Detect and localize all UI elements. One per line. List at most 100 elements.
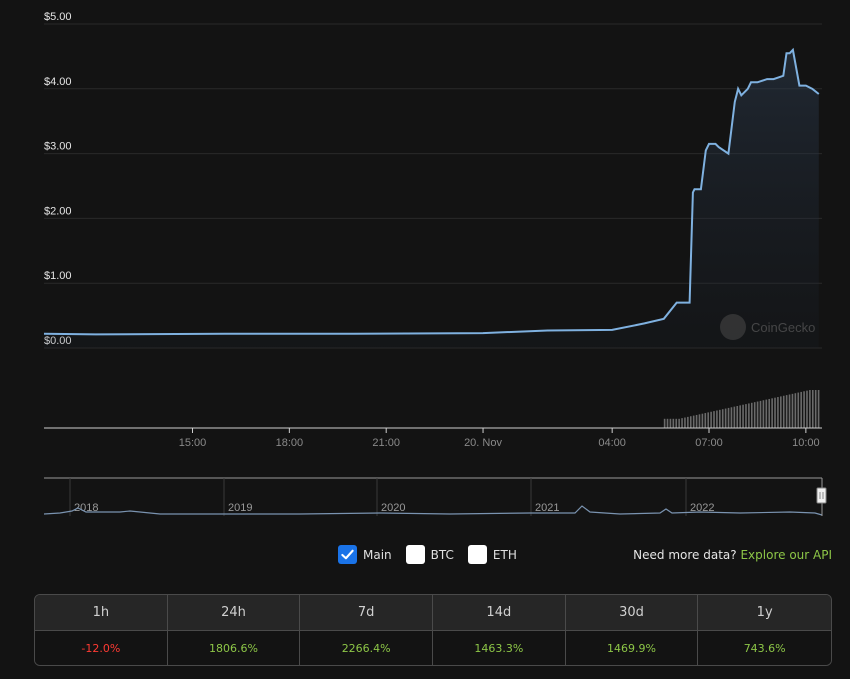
volume-bar [721,409,724,428]
volume-bar [759,400,762,428]
volume-bar [681,418,683,428]
volume-bar [672,418,675,428]
checkmark-icon [341,549,354,560]
volume-bar [785,395,788,428]
perf-header-7d: 7d [300,595,433,631]
volume-bar [727,407,730,428]
volume-bar [698,414,701,428]
volume-bar [800,391,802,428]
volume-bar [814,390,817,428]
volume-bar [748,403,750,428]
y-axis-ticks: $5.00$4.00$3.00$2.00$1.00$0.00 [44,11,72,347]
volume-bar [733,406,736,428]
volume-bar [678,418,680,428]
perf-value-24h: 1806.6% [167,631,301,665]
y-tick-label: $5.00 [44,11,72,23]
volume-bar [762,400,765,428]
volume-bar [687,416,689,428]
volume-bar [794,393,797,428]
volume-bar [782,395,785,428]
volume-bar [695,414,698,428]
btc-label: BTC [430,547,454,562]
volume-bar [716,410,718,428]
y-tick-label: $3.00 [44,141,72,153]
x-tick-label: 21:00 [372,437,400,449]
volume-bar [803,391,805,428]
volume-bar [704,413,707,428]
btc-checkbox[interactable] [405,545,425,564]
perf-header-24h: 24h [167,595,301,631]
perf-header-30d: 30d [565,595,699,631]
perf-value-1h: -12.0% [35,631,168,665]
more-data-prompt: Need more data? Explore our API [633,548,832,562]
main-checkbox[interactable] [338,545,357,564]
volume-bar [753,402,756,428]
navigator-year-label: 2020 [381,502,405,514]
volume-bar [713,411,715,428]
perf-value-30d: 1469.9% [565,631,699,665]
navigator-year-label: 2019 [228,502,252,514]
main-label: Main [363,547,392,562]
volume-bar [771,398,773,428]
perf-value-1y: 743.6% [698,631,831,665]
eth-label: ETH [492,547,517,562]
volume-bar [788,394,791,428]
volume-bar [669,418,672,428]
volume-bar [811,390,814,428]
perf-header-1y: 1y [698,595,831,631]
navigator-year-ticks: 2018 2019 2020 2021 2022 [69,478,714,516]
x-axis-ticks: 15:00 18:00 21:00 20. Nov 04:00 07:00 10:00 [179,428,820,449]
volume-bar [765,399,768,428]
price-chart[interactable]: $5.00$4.00$3.00$2.00$1.00$0.00 CoinGecko… [0,0,850,530]
volume-bar [730,407,733,428]
volume-bar [791,393,794,428]
volume-bar [742,404,744,428]
price-area [44,49,819,349]
volume-bar [707,412,709,428]
x-tick-label: 18:00 [276,437,304,449]
volume-bar [750,402,753,428]
volume-bar [777,397,779,428]
volume-bar [675,418,678,428]
volume-bar [774,397,776,428]
eth-checkbox[interactable] [467,545,487,564]
volume-bar [719,409,721,428]
navigator-handle[interactable] [816,487,827,504]
more-data-text: Need more data? [633,548,737,562]
x-tick-label: 10:00 [792,437,820,449]
volume-bar [736,406,739,428]
volume-bar [817,390,820,428]
volume-bar [689,416,692,428]
y-tick-label: $4.00 [44,76,72,88]
navigator-year-label: 2021 [535,502,559,514]
volume-bar [663,418,666,428]
volume-bar [724,408,727,428]
toggle-main[interactable]: Main [338,545,392,564]
volume-bar [692,415,695,428]
series-toggles: Main BTC ETH [338,545,517,564]
volume-bar [701,413,704,428]
x-tick-label: 07:00 [695,437,723,449]
volume-bar [756,401,759,428]
volume-bar [745,404,747,428]
perf-header-14d: 14d [433,595,566,631]
coingecko-logo-icon [720,314,746,340]
volume-bars [663,390,820,428]
volume-bar [684,417,686,428]
x-tick-label: 20. Nov [464,437,502,449]
volume-bar [710,411,712,428]
explore-api-link[interactable]: Explore our API [740,548,832,562]
y-tick-label: $1.00 [44,270,72,282]
perf-header-1h: 1h [35,595,168,631]
toggle-eth[interactable]: ETH [467,545,517,564]
range-navigator[interactable]: 2018 2019 2020 2021 2022 [43,477,827,516]
perf-value-14d: 1463.3% [433,631,566,665]
volume-bar [666,418,669,428]
x-tick-label: 15:00 [179,437,207,449]
toggle-btc[interactable]: BTC [405,545,454,564]
y-tick-label: $2.00 [44,205,72,217]
perf-value-7d: 2266.4% [300,631,433,665]
watermark-text: CoinGecko [751,320,815,335]
performance-table: 1h 24h 7d 14d 30d 1y -12.0% 1806.6% 2266… [34,594,832,666]
volume-bar [768,398,771,428]
